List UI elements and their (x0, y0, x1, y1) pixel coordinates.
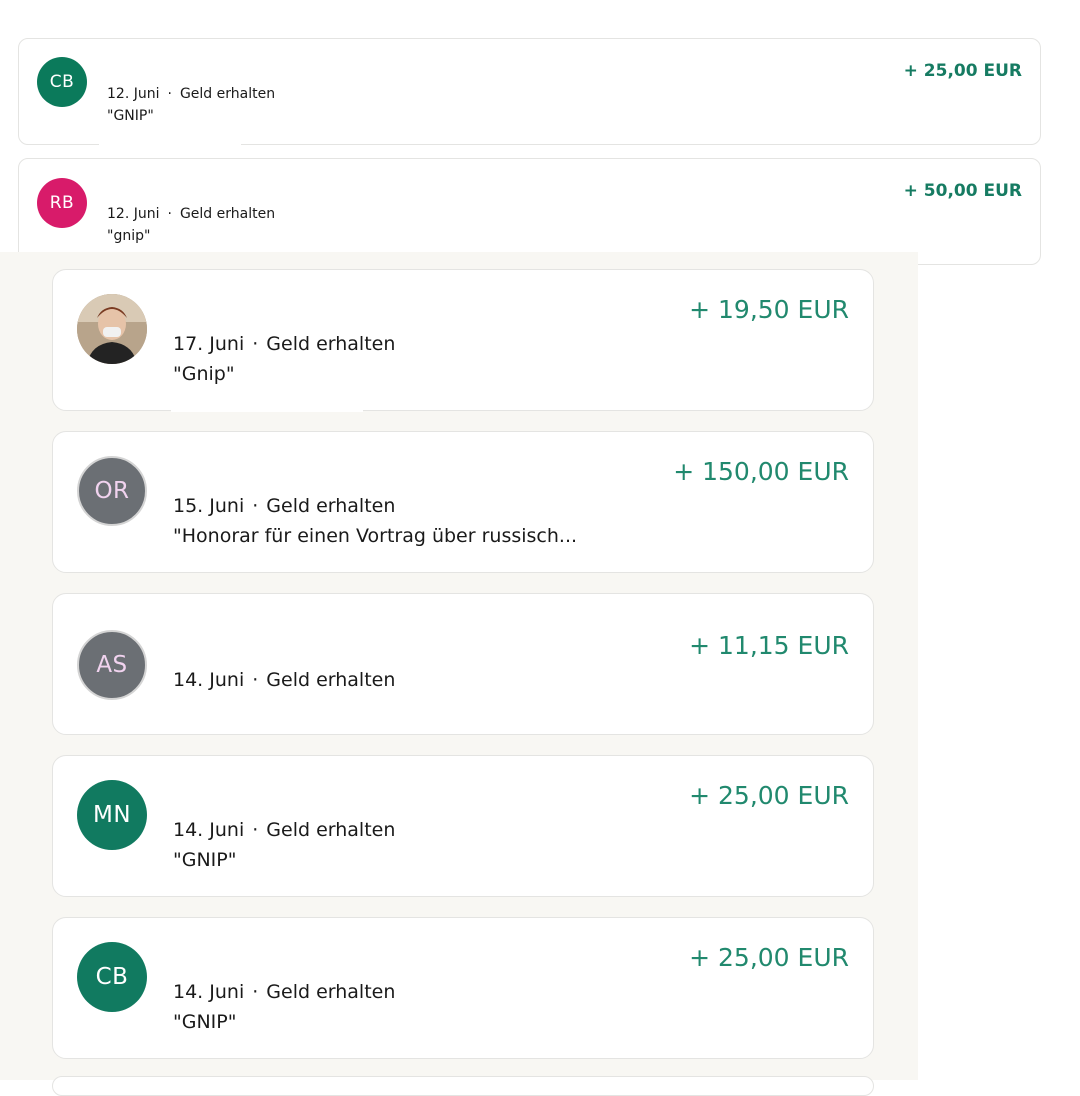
transaction-date-type: 14. Juni · Geld erhalten (173, 669, 395, 691)
separator-dot: · (252, 495, 259, 517)
transaction-note: "Honorar für einen Vortrag über russisch… (173, 525, 578, 547)
transaction-card[interactable]: OR 15. Juni · Geld erhalten "Honorar für e… (52, 431, 874, 573)
avatar: CB (77, 942, 147, 1012)
transaction-date: 15. Juni (173, 495, 245, 517)
redaction-block (171, 756, 383, 818)
transaction-card[interactable]: RB 12. Juni · Geld erhalten "gnip" + 50,00… (18, 158, 1041, 266)
transaction-card[interactable]: CB 12. Juni · Geld erhalten "GNIP" + 25,00… (18, 38, 1041, 146)
transaction-note: "gnip" (107, 228, 151, 244)
transaction-date-type: 14. Juni · Geld erhalten (173, 819, 395, 841)
avatar: CB (37, 57, 87, 107)
avatar-initials: CB (49, 72, 75, 92)
transaction-type: Geld erhalten (266, 333, 396, 355)
transaction-amount: + 25,00 EUR (689, 943, 849, 972)
transaction-type: Geld erhalten (266, 981, 396, 1003)
transaction-type: Geld erhalten (266, 819, 396, 841)
avatar-initials: MN (92, 802, 132, 828)
transaction-date-type: 12. Juni · Geld erhalten (107, 86, 275, 102)
transaction-type: Geld erhalten (179, 206, 276, 222)
transaction-date: 14. Juni (173, 981, 245, 1003)
transaction-card[interactable]: MN 14. Juni · Geld erhalten "GNIP" + 25,00… (52, 755, 874, 897)
transaction-amount: + 150,00 EUR (673, 457, 849, 486)
separator-dot: · (252, 819, 259, 841)
transaction-date: 12. Juni (107, 206, 160, 222)
avatar-initials: AS (96, 652, 128, 678)
transaction-date: 12. Juni (107, 86, 160, 102)
person-photo-icon (77, 294, 147, 364)
transaction-card[interactable]: AS 14. Juni · Geld erhalten + 11,15 EUR (52, 593, 874, 735)
transaction-amount: + 25,00 EUR (689, 781, 849, 810)
transaction-type: Geld erhalten (266, 495, 396, 517)
transaction-card-partial[interactable] (52, 1076, 874, 1096)
transaction-date-type: 14. Juni · Geld erhalten (173, 981, 395, 1003)
transaction-date: 17. Juni (173, 333, 245, 355)
transaction-date-type: 12. Juni · Geld erhalten (107, 206, 275, 222)
transaction-amount: + 50,00 EUR (903, 181, 1022, 201)
transaction-date: 14. Juni (173, 819, 245, 841)
avatar-photo (77, 294, 147, 364)
transaction-date-type: 17. Juni · Geld erhalten (173, 333, 395, 355)
transaction-card[interactable]: 17. Juni · Geld erhalten "Gnip" + 19,50 EU… (52, 269, 874, 412)
avatar: AS (77, 630, 147, 700)
avatar-initials: RB (49, 193, 75, 213)
separator-dot: · (252, 333, 259, 355)
separator-dot: · (252, 669, 259, 691)
transaction-type: Geld erhalten (266, 669, 396, 691)
redaction-block (171, 594, 383, 664)
avatar-initials: OR (94, 478, 130, 504)
redaction-block (171, 432, 363, 492)
transaction-amount: + 19,50 EUR (689, 295, 849, 324)
transaction-note: "GNIP" (173, 849, 237, 871)
transaction-card[interactable]: CB 14. Juni · Geld erhalten "GNIP" + 25,00… (52, 917, 874, 1059)
avatar-initials: CB (95, 964, 129, 990)
separator-dot: · (252, 981, 259, 1003)
transaction-amount: + 11,15 EUR (689, 631, 849, 660)
transaction-note: "GNIP" (173, 1011, 237, 1033)
transaction-date-type: 15. Juni · Geld erhalten (173, 495, 395, 517)
redaction-block (171, 918, 383, 980)
separator-dot: · (167, 86, 172, 102)
avatar: MN (77, 780, 147, 850)
transaction-amount: + 25,00 EUR (903, 61, 1022, 81)
avatar: OR (77, 456, 147, 526)
transaction-type: Geld erhalten (179, 86, 276, 102)
transaction-date: 14. Juni (173, 669, 245, 691)
transaction-note: "GNIP" (107, 108, 154, 124)
avatar: RB (37, 178, 87, 228)
transaction-note: "Gnip" (173, 363, 235, 385)
separator-dot: · (167, 206, 172, 222)
